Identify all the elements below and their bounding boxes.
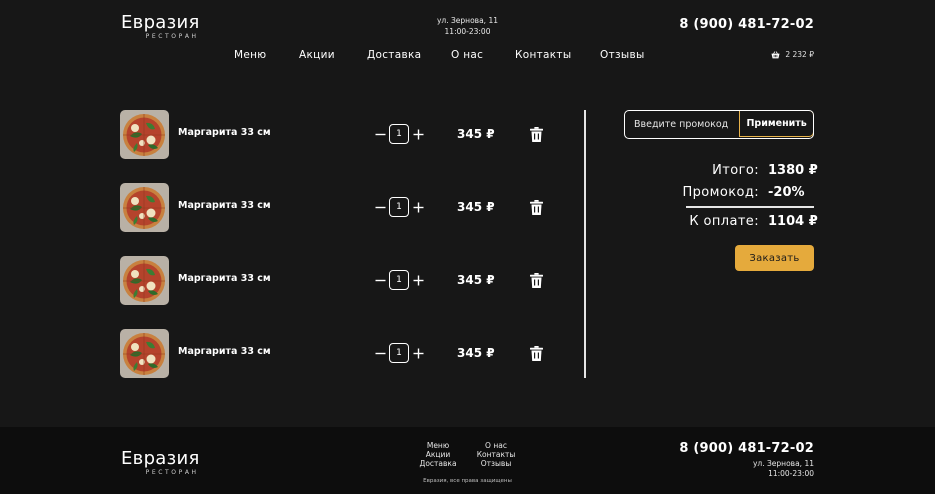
cart-item-row: Маргарита 33 см 1 345 ₽ <box>120 256 560 305</box>
plus-icon <box>413 275 423 285</box>
footer-link-delivery[interactable]: Доставка <box>416 459 460 468</box>
trash-icon <box>530 346 543 361</box>
pay-label: К оплате: <box>689 214 759 229</box>
footer-link-reviews[interactable]: Отзывы <box>474 459 518 468</box>
delete-button[interactable] <box>530 273 543 288</box>
header-cart-total: 2 232 ₽ <box>785 50 814 59</box>
promo-label: Промокод: <box>682 185 759 200</box>
decrease-button[interactable] <box>373 343 387 363</box>
footer-logo-title: Евразия <box>121 448 200 469</box>
trash-icon <box>530 200 543 215</box>
footer-address-street: ул. Зернова, 11 <box>752 459 814 468</box>
nav-item-delivery[interactable]: Доставка <box>367 49 421 61</box>
item-price: 345 ₽ <box>457 127 495 141</box>
delete-button[interactable] <box>530 200 543 215</box>
footer-link-menu[interactable]: Меню <box>416 441 460 450</box>
pizza-image-icon <box>120 256 169 305</box>
cart-divider <box>584 110 586 378</box>
pizza-thumbnail[interactable] <box>120 110 169 159</box>
increase-button[interactable] <box>411 343 425 363</box>
quantity-value[interactable]: 1 <box>389 343 409 363</box>
quantity-stepper: 1 <box>373 343 425 363</box>
increase-button[interactable] <box>411 197 425 217</box>
promo-line: Промокод: -20% <box>682 185 814 200</box>
total-label: Итого: <box>712 163 759 178</box>
delete-button[interactable] <box>530 346 543 361</box>
footer-nav-col-1: Меню Акции Доставка <box>416 441 460 468</box>
delete-button[interactable] <box>530 127 543 142</box>
trash-icon <box>530 273 543 288</box>
plus-icon <box>413 129 423 139</box>
cart-item-row: Маргарита 33 см 1 345 ₽ <box>120 329 560 378</box>
nav-item-reviews[interactable]: Отзывы <box>600 49 645 61</box>
trash-icon <box>530 127 543 142</box>
quantity-stepper: 1 <box>373 270 425 290</box>
pizza-image-icon <box>120 329 169 378</box>
cart-item-row: Маргарита 33 см 1 345 ₽ <box>120 183 560 232</box>
summary-divider <box>686 206 814 208</box>
plus-icon <box>413 348 423 358</box>
decrease-button[interactable] <box>373 197 387 217</box>
pizza-image-icon <box>120 110 169 159</box>
pizza-thumbnail[interactable] <box>120 183 169 232</box>
item-price: 345 ₽ <box>457 200 495 214</box>
nav-item-promotions[interactable]: Акции <box>299 49 335 61</box>
copyright-text: Евразия, все права защищены <box>423 478 512 484</box>
pay-line: К оплате: 1104 ₽ <box>689 214 818 229</box>
quantity-value[interactable]: 1 <box>389 197 409 217</box>
footer-link-promotions[interactable]: Акции <box>416 450 460 459</box>
minus-icon <box>375 206 385 208</box>
minus-icon <box>375 279 385 281</box>
minus-icon <box>375 133 385 135</box>
footer-logo[interactable]: Евразия РЕСТОРАН <box>121 448 200 477</box>
footer-logo-subtitle: РЕСТОРАН <box>145 469 199 476</box>
footer-link-contacts[interactable]: Контакты <box>474 450 518 459</box>
item-name: Маргарита 33 см <box>178 127 271 138</box>
basket-icon <box>771 50 780 58</box>
pizza-thumbnail[interactable] <box>120 256 169 305</box>
header-cart[interactable]: 2 232 ₽ <box>771 50 814 59</box>
decrease-button[interactable] <box>373 124 387 144</box>
footer-address: ул. Зернова, 11 11:00-23:00 <box>753 459 814 479</box>
header-phone[interactable]: 8 (900) 481-72-02 <box>679 17 814 32</box>
promo-form: Применить <box>624 110 814 139</box>
quantity-stepper: 1 <box>373 197 425 217</box>
item-price: 345 ₽ <box>457 273 495 287</box>
footer-nav-col-2: О нас Контакты Отзывы <box>474 441 518 468</box>
increase-button[interactable] <box>411 124 425 144</box>
quantity-stepper: 1 <box>373 124 425 144</box>
nav-item-contacts[interactable]: Контакты <box>515 49 571 61</box>
item-name: Маргарита 33 см <box>178 273 271 284</box>
footer-link-about[interactable]: О нас <box>474 441 518 450</box>
quantity-value[interactable]: 1 <box>389 270 409 290</box>
minus-icon <box>375 352 385 354</box>
apply-promo-button[interactable]: Применить <box>739 111 813 137</box>
plus-icon <box>413 202 423 212</box>
cart-item-row: Маргарита 33 см 1 345 ₽ <box>120 110 560 159</box>
item-name: Маргарита 33 см <box>178 346 271 357</box>
order-button[interactable]: Заказать <box>735 245 814 271</box>
item-name: Маргарита 33 см <box>178 200 271 211</box>
pizza-thumbnail[interactable] <box>120 329 169 378</box>
total-value: 1380 ₽ <box>768 163 818 178</box>
promo-discount-value: -20% <box>768 185 805 200</box>
item-price: 345 ₽ <box>457 346 495 360</box>
nav-item-menu[interactable]: Меню <box>234 49 266 61</box>
pizza-image-icon <box>120 183 169 232</box>
increase-button[interactable] <box>411 270 425 290</box>
pay-value: 1104 ₽ <box>768 214 818 229</box>
nav-item-about[interactable]: О нас <box>451 49 483 61</box>
site-header: Евразия РЕСТОРАН ул. Зернова, 11 11:00-2… <box>0 0 935 80</box>
site-footer: Евразия РЕСТОРАН Меню Акции Доставка О н… <box>0 427 935 494</box>
total-line: Итого: 1380 ₽ <box>712 163 818 178</box>
footer-phone[interactable]: 8 (900) 481-72-02 <box>679 441 814 456</box>
quantity-value[interactable]: 1 <box>389 124 409 144</box>
decrease-button[interactable] <box>373 270 387 290</box>
promo-code-input[interactable] <box>625 111 739 138</box>
